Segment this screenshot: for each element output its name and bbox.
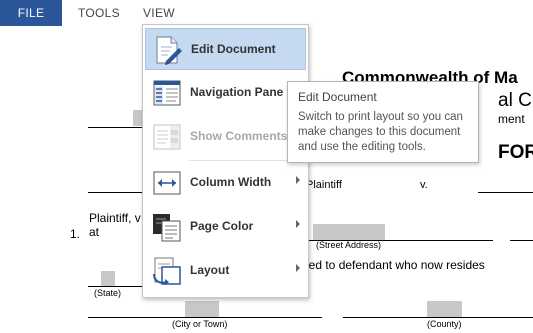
state-field[interactable] — [101, 271, 115, 286]
tab-tools[interactable]: TOOLS — [78, 0, 120, 26]
at-label: at — [89, 225, 100, 239]
menu-item-label: Column Width — [190, 175, 272, 189]
navigation-pane-icon — [151, 77, 183, 109]
menu-item-label: Layout — [190, 263, 230, 277]
state-label: (State) — [94, 288, 122, 298]
menu-item-page-color[interactable]: Page Color — [145, 206, 306, 248]
edit-document-icon — [152, 34, 184, 66]
form-line — [510, 240, 533, 241]
county-field[interactable] — [427, 301, 462, 317]
menu-item-label: Edit Document — [191, 42, 276, 56]
menu-item-show-comments[interactable]: Show Comments — [145, 116, 306, 158]
form-line — [88, 317, 322, 318]
form-line — [88, 192, 143, 193]
tab-view[interactable]: VIEW — [143, 0, 175, 26]
plaintiff-label: Plaintiff — [306, 179, 342, 191]
tooltip-title: Edit Document — [298, 90, 377, 104]
form-line — [88, 127, 143, 128]
view-menu: Edit Document Navigation Pane Show Comme… — [142, 24, 309, 298]
edit-document-tooltip: Edit Document Switch to print layout so … — [287, 81, 479, 163]
submenu-arrow-icon — [296, 264, 300, 272]
plaintiff-v-text: Plaintiff, v — [89, 211, 141, 225]
submenu-arrow-icon — [296, 176, 300, 184]
street-address-field[interactable] — [313, 224, 385, 240]
served-text: ied to defendant who now resides — [306, 258, 485, 272]
item-number: 1. — [70, 227, 81, 241]
tab-file[interactable]: FILE — [0, 0, 62, 26]
form-line — [478, 192, 533, 193]
menu-item-navigation-pane[interactable]: Navigation Pane — [145, 72, 306, 114]
menu-item-edit-document[interactable]: Edit Document — [145, 28, 306, 70]
menu-item-label: Page Color — [190, 219, 254, 233]
page-color-icon — [151, 211, 183, 243]
menu-item-label: Navigation Pane — [190, 85, 284, 99]
document-form-title: FOR — [498, 142, 533, 163]
menu-item-layout[interactable]: Layout — [145, 250, 306, 292]
city-label: (City or Town) — [172, 319, 228, 329]
city-field[interactable] — [185, 301, 219, 317]
layout-icon — [151, 255, 183, 287]
county-label: (County) — [427, 319, 462, 329]
form-line — [88, 286, 143, 287]
menu-item-label: Show Comments — [190, 129, 288, 143]
document-subheading-small: ment — [498, 112, 525, 126]
form-line — [343, 317, 533, 318]
menu-item-column-width[interactable]: Column Width — [145, 162, 306, 204]
versus-label: v. — [420, 179, 428, 191]
submenu-arrow-icon — [296, 220, 300, 228]
column-width-icon — [151, 167, 183, 199]
tooltip-body: Switch to print layout so you can make c… — [298, 111, 463, 153]
document-subheading: al C — [498, 90, 532, 111]
show-comments-icon — [151, 121, 183, 153]
street-address-label: (Street Address) — [316, 240, 382, 250]
ribbon: FILE TOOLS VIEW — [0, 0, 533, 26]
